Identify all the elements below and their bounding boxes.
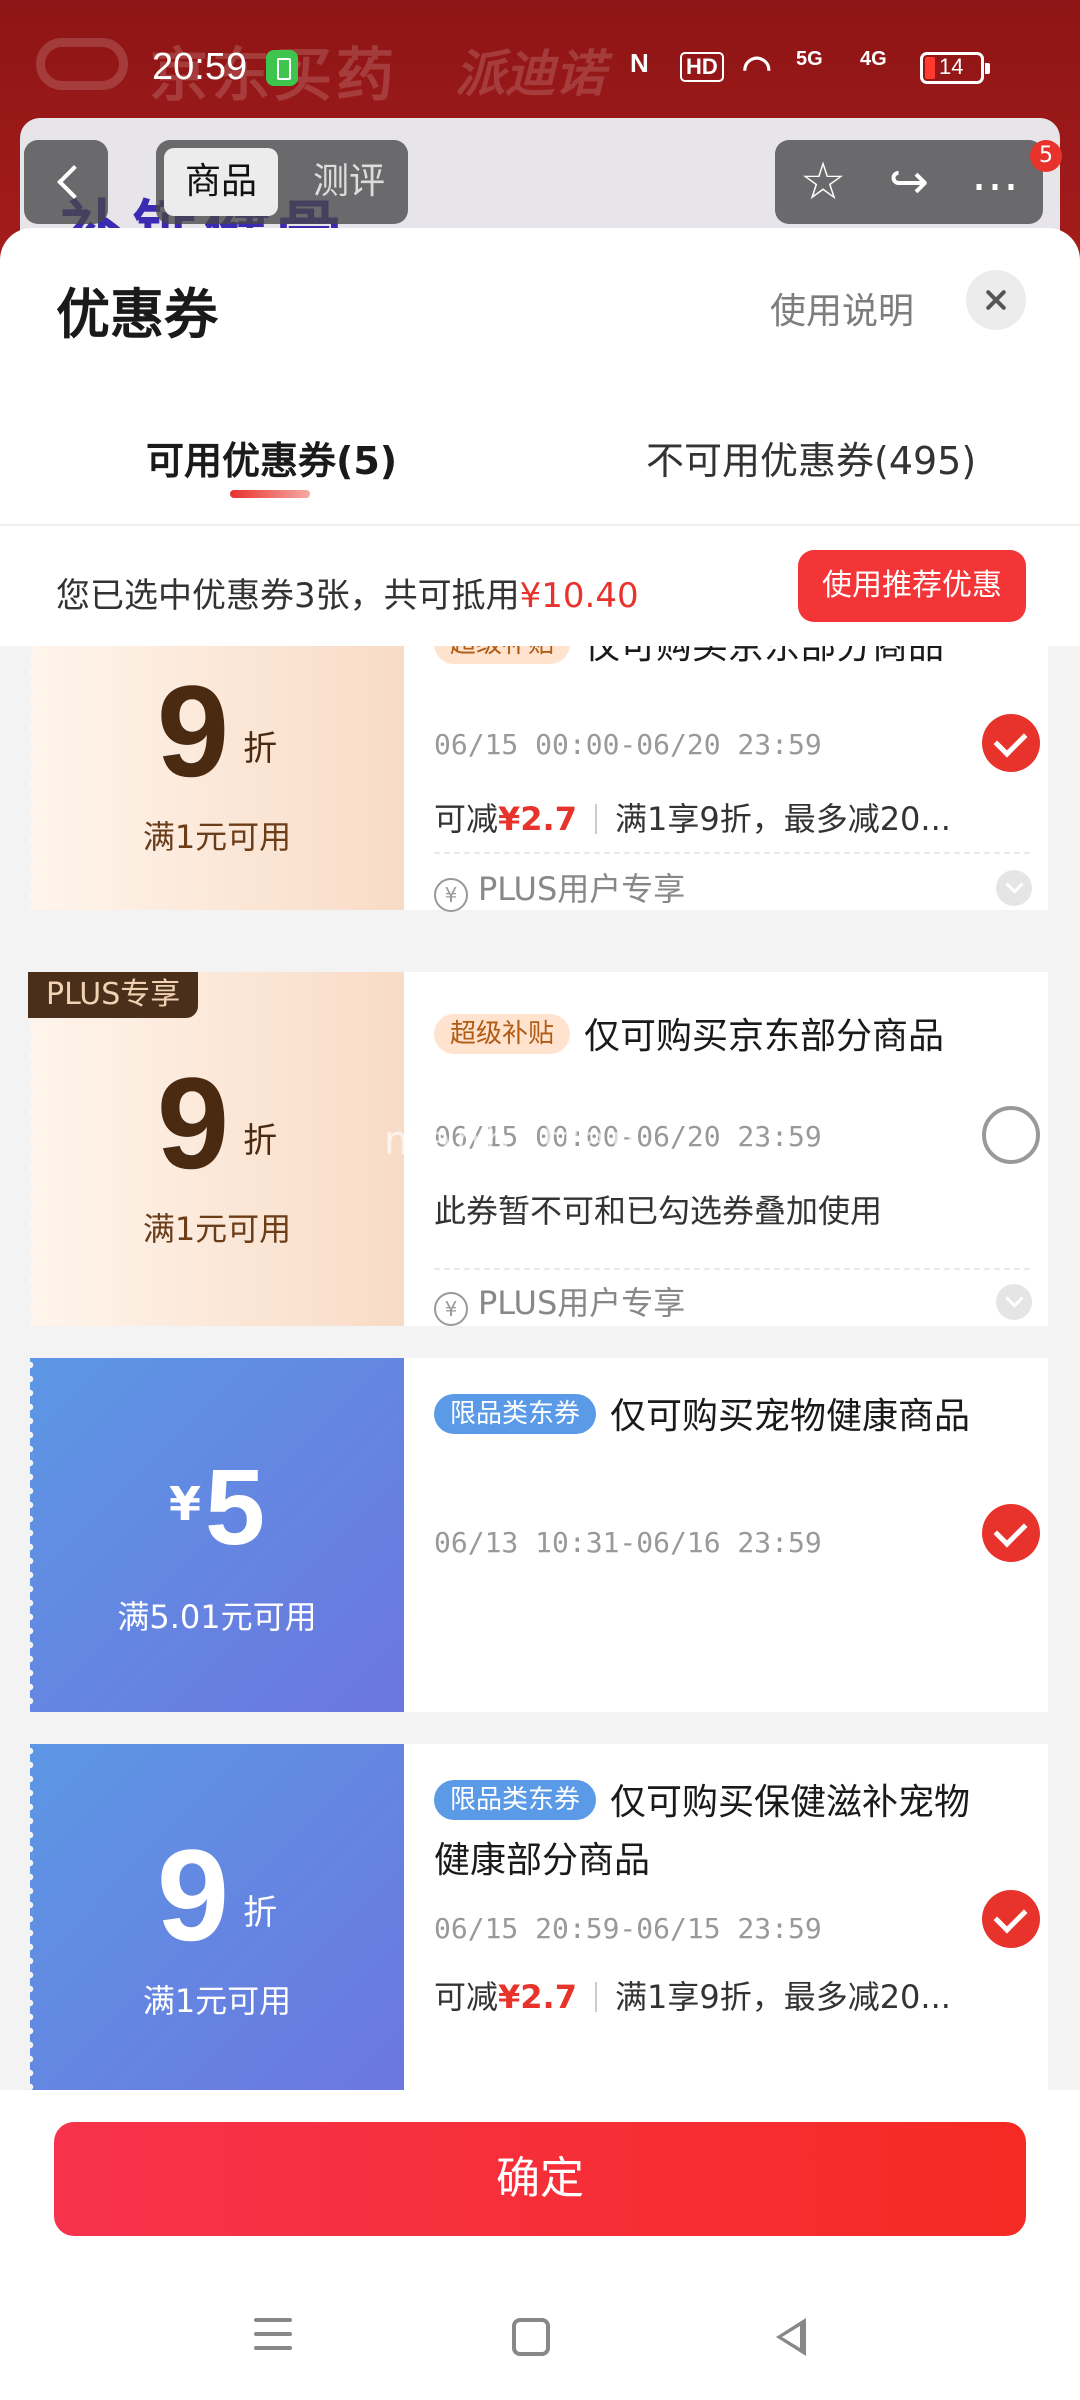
back-chevron-icon[interactable] [24,140,108,224]
coupon-title-text: 仅可购买宠物健康商品 [610,1396,971,1437]
unchecked-circle-icon[interactable] [982,1106,1040,1164]
coupon-value-panel: PLUS专享 9折 满1元可用 [28,972,404,1326]
summary-amount: ¥10.40 [519,576,639,616]
star-icon[interactable]: ☆ [791,150,855,214]
coupon-title: 限品类东券 仅可购买保健滋补宠物健康部分商品 [434,1774,974,1890]
tab-product[interactable]: 商品 [164,148,278,216]
coupon-value: 9 [156,658,230,804]
tab-unavailable-coupons[interactable]: 不可用优惠券(495) [646,430,976,485]
coupon-desc: 可减¥2.7 满1享9折，最多减20... [434,1972,951,2018]
nfc-icon: N [630,48,649,78]
yuan-circle-icon: ¥ [434,1292,468,1326]
status-time: 20:59 [152,46,248,88]
coupon-tag: 限品类东券 [434,1394,597,1434]
tab-review[interactable]: 测评 [302,148,396,216]
app-root: 京东买药 派迪诺 补钙健骨 20:59 N HD ◠ 5G 4G 14 商品 测… [0,0,1080,2400]
coupon-tag: 超级补贴 [434,646,571,664]
coupon-tag: 限品类东券 [434,1780,597,1820]
coupon-title: 超级补贴仅可购买京东部分商品 [434,646,974,676]
signal-4g-icon: 4G [860,48,887,70]
sheet-title: 优惠券 [56,283,218,346]
coupon-desc: 可减¥2.7 满1享9折，最多减20... [434,794,951,840]
checkmark-icon[interactable] [982,714,1040,772]
desc-amount: ¥2.7 [498,800,577,838]
coupon-tag: 超级补贴 [434,1014,571,1054]
coupon-date: 06/15 00:00-06/20 23:59 [434,728,822,761]
coupon-value: 9 [156,1822,230,1968]
coupon-value: 9 [156,1050,230,1196]
checkmark-icon[interactable] [982,1504,1040,1562]
product-tabs: 商品 测评 [156,140,408,224]
message-badge: 5 [1030,140,1062,172]
plus-member-line: ¥ PLUS用户专享 [434,1278,685,1326]
summary-text: 您已选中优惠券3张，共可抵用 [56,576,520,616]
coupon-details: 超级补贴仅可购买京东部分商品 06/15 00:00-06/20 23:59 可… [434,646,1048,912]
yuan-circle-icon: ¥ [434,878,468,912]
plus-member-text: PLUS用户专享 [478,1284,686,1322]
coupon-card[interactable]: 9折 满1元可用 限品类东券 仅可购买保健滋补宠物健康部分商品 06/15 20:… [30,1744,1048,2090]
selection-summary: 您已选中优惠券3张，共可抵用¥10.40 [56,568,639,617]
checkmark-icon[interactable] [982,1890,1040,1948]
coupon-date: 06/13 10:31-06/16 23:59 [434,1526,822,1559]
more-icon[interactable]: … [963,142,1027,206]
desc-rule: 满1享9折，最多减20... [614,800,951,838]
coupon-condition: 满1元可用 [142,818,292,856]
coupon-list[interactable]: 9折 满1元可用 超级补贴仅可购买京东部分商品 06/15 00:00-06/2… [0,646,1080,2090]
active-tab-indicator [230,490,310,498]
coupon-card[interactable]: ¥5 满5.01元可用 限品类东券 仅可购买宠物健康商品 06/13 10:31-… [30,1358,1048,1712]
coupon-title: 超级补贴仅可购买京东部分商品 [434,1008,974,1066]
coupon-value-panel: 9折 满1元可用 [30,1744,404,2090]
dashed-divider [434,1268,1030,1270]
plus-member-text: PLUS用户专享 [478,870,686,908]
plus-exclusive-tag: PLUS专享 [28,972,199,1018]
confirm-button[interactable]: 确定 [54,2122,1026,2236]
coupon-title-text: 仅可购买京东部分商品 [584,646,945,667]
share-icon[interactable]: ↪ [877,150,941,214]
coupon-unit: 折 [243,729,278,769]
coupon-details: 限品类东券 仅可购买宠物健康商品 06/13 10:31-06/16 23:59 [434,1358,1048,1712]
coupon-card[interactable]: 9折 满1元可用 超级补贴仅可购买京东部分商品 06/15 00:00-06/2… [30,646,1048,912]
coupon-details: 限品类东券 仅可购买保健滋补宠物健康部分商品 06/15 20:59-06/15 … [434,1744,1048,2090]
bottom-bar: 确定 [0,2090,1080,2400]
coupon-value-panel: 9折 满1元可用 [30,646,404,910]
coupon-title-text: 仅可购买京东部分商品 [584,1016,945,1057]
desc-amount: ¥2.7 [498,1978,577,2016]
home-icon[interactable] [512,2318,550,2356]
battery-level: 14 [939,54,964,79]
hd-icon: HD [680,52,724,82]
desc-rule: 满1享9折，最多减20... [614,1978,951,2016]
menu-icon[interactable] [254,2318,294,2366]
plus-member-line: ¥ PLUS用户专享 [434,864,685,912]
coupon-condition: 满5.01元可用 [117,1598,317,1636]
coupon-currency: ¥ [168,1477,201,1531]
wifi-icon: ◠ [742,49,772,87]
battery-icon: 14 [920,52,990,84]
chevron-down-icon[interactable] [996,1284,1032,1320]
coupon-condition: 满1元可用 [142,1982,292,2020]
watermark: manhattan [384,1118,640,1164]
coupon-condition: 满1元可用 [142,1210,292,1248]
coupon-value-panel: ¥5 满5.01元可用 [30,1358,404,1712]
signal-5g-icon: 5G [796,48,823,70]
coupon-desc: 此券暂不可和已勾选券叠加使用 [434,1192,883,1230]
help-link[interactable]: 使用说明 [770,282,914,334]
back-triangle-icon[interactable] [770,2318,810,2366]
desc-prefix: 可减 [434,800,499,838]
divider [0,524,1080,526]
desc-prefix: 可减 [434,1978,499,2016]
status-bar: 20:59 N HD ◠ 5G 4G 14 [0,0,1080,100]
product-actions: ☆ ↪ … [775,140,1043,224]
coupon-date: 06/15 20:59-06/15 23:59 [434,1912,822,1945]
coupon-title: 限品类东券 仅可购买宠物健康商品 [434,1388,974,1446]
use-recommended-button[interactable]: 使用推荐优惠 [798,550,1026,622]
coupon-unit: 折 [243,1893,278,1933]
tab-available-coupons[interactable]: 可用优惠券(5) [146,430,397,485]
coupon-unit: 折 [243,1121,278,1161]
dashed-divider [434,852,1030,854]
coupon-value: 5 [204,1446,266,1567]
chevron-down-icon[interactable] [996,870,1032,906]
charging-icon [266,50,298,86]
close-icon[interactable] [966,270,1026,330]
